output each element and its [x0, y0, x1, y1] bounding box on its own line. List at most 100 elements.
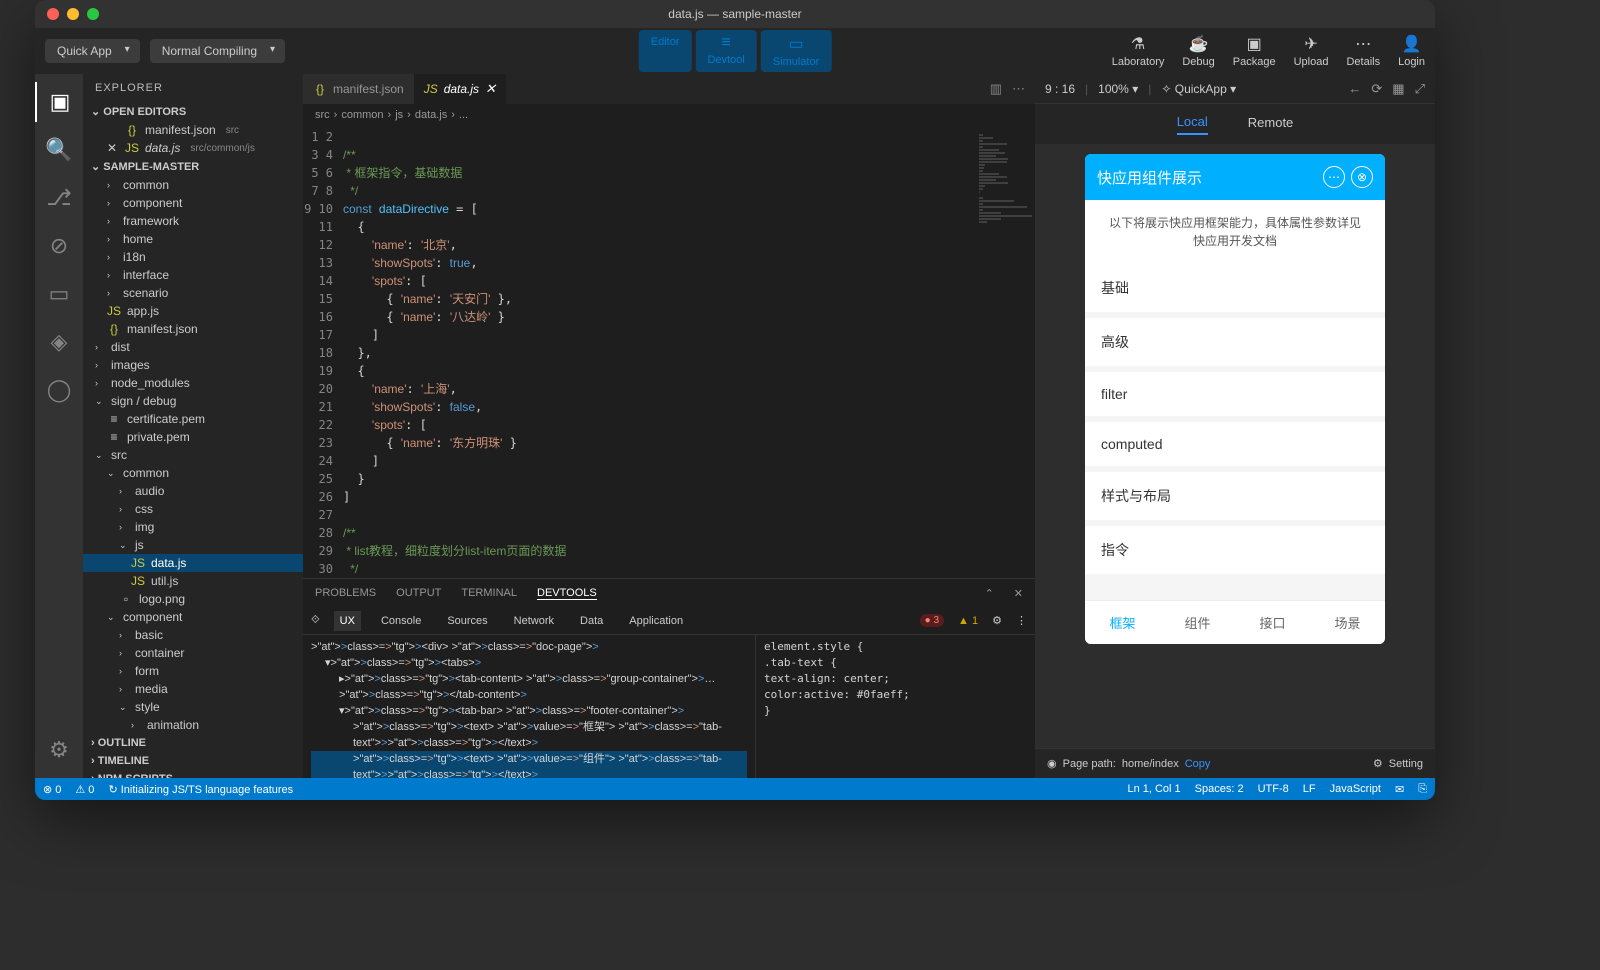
open-editor-item[interactable]: {}manifest.jsonsrc: [83, 121, 303, 139]
toolbar-dropdown[interactable]: Normal Compiling: [150, 39, 285, 63]
headset-icon[interactable]: ◯: [35, 370, 83, 410]
status-item[interactable]: ⎘: [1418, 783, 1427, 796]
panel-close-icon[interactable]: ✕: [1014, 587, 1023, 600]
phone-list-item[interactable]: 指令: [1085, 526, 1385, 574]
tree-item[interactable]: ⌄common: [83, 464, 303, 482]
phone-menu-icon[interactable]: ⋯: [1323, 166, 1345, 188]
refresh-icon[interactable]: ⟳: [1371, 81, 1382, 97]
tree-item[interactable]: ›framework: [83, 212, 303, 230]
tree-item[interactable]: ›component: [83, 194, 303, 212]
tree-item[interactable]: ›common: [83, 176, 303, 194]
devtools-more-icon[interactable]: ⋮: [1016, 614, 1027, 627]
tree-item[interactable]: ›basic: [83, 626, 303, 644]
breadcrumb[interactable]: src›common›js›data.js›...: [303, 104, 1035, 126]
warning-badge[interactable]: ▲ 1: [958, 615, 978, 627]
scm-icon[interactable]: ⎇: [35, 178, 83, 218]
split-editor-icon[interactable]: ▥: [990, 81, 1002, 97]
timeline-section[interactable]: › TIMELINE: [83, 752, 303, 770]
phone-list[interactable]: 基础高级filtercomputed样式与布局指令: [1085, 264, 1385, 600]
status-item[interactable]: ↻ Initializing JS/TS language features: [108, 783, 293, 796]
tree-item[interactable]: ›media: [83, 680, 303, 698]
sim-tab-remote[interactable]: Remote: [1248, 115, 1294, 134]
phone-list-item[interactable]: 样式与布局: [1085, 472, 1385, 520]
extensions-icon[interactable]: ▭: [35, 274, 83, 314]
open-editor-item[interactable]: ✕JSdata.jssrc/common/js: [83, 139, 303, 157]
tree-item[interactable]: JSdata.js: [83, 554, 303, 572]
toolbar-login[interactable]: 👤Login: [1398, 34, 1425, 68]
devtools-tab-data[interactable]: Data: [574, 611, 609, 631]
devtools-tab-ux[interactable]: UX: [334, 611, 361, 631]
phone-close-icon[interactable]: ⊗: [1351, 166, 1373, 188]
tree-item[interactable]: ›css: [83, 500, 303, 518]
sim-zoom[interactable]: 100% ▾: [1098, 82, 1138, 96]
tree-item[interactable]: ›container: [83, 644, 303, 662]
tree-item[interactable]: ›animation: [83, 716, 303, 734]
tree-item[interactable]: JSutil.js: [83, 572, 303, 590]
sim-device[interactable]: ✧ QuickApp ▾: [1161, 82, 1236, 96]
project-section[interactable]: ⌄ SAMPLE-MASTER: [83, 157, 303, 176]
tree-item[interactable]: ›scenario: [83, 284, 303, 302]
tree-item[interactable]: ›interface: [83, 266, 303, 284]
status-item[interactable]: LF: [1303, 783, 1316, 796]
code-content[interactable]: /** * 框架指令，基础数据 */ const dataDirective =…: [343, 126, 975, 578]
tree-item[interactable]: ›home: [83, 230, 303, 248]
panel-maximize-icon[interactable]: ⌃: [985, 587, 994, 600]
toolbar-upload[interactable]: ✈Upload: [1294, 34, 1329, 68]
status-item[interactable]: ⊗ 0: [43, 783, 61, 796]
npm-section[interactable]: › NPM SCRIPTS: [83, 770, 303, 778]
tree-item[interactable]: ›images: [83, 356, 303, 374]
status-item[interactable]: Spaces: 2: [1195, 783, 1244, 796]
expand-icon[interactable]: ⤢: [1415, 81, 1425, 97]
status-item[interactable]: JavaScript: [1330, 783, 1381, 796]
toolbar-laboratory[interactable]: ⚗Laboratory: [1112, 34, 1165, 68]
phone-tab[interactable]: 框架: [1085, 601, 1160, 644]
sim-tab-local[interactable]: Local: [1177, 114, 1208, 135]
tree-item[interactable]: ⌄sign / debug: [83, 392, 303, 410]
setting-link[interactable]: Setting: [1389, 758, 1423, 770]
toolbar-dropdown[interactable]: Quick App: [45, 39, 140, 63]
back-icon[interactable]: ←: [1348, 81, 1361, 97]
mode-editor[interactable]: Editor: [639, 30, 692, 72]
panel-tab-devtools[interactable]: DEVTOOLS: [537, 587, 597, 600]
phone-list-item[interactable]: computed: [1085, 422, 1385, 466]
phone-tab[interactable]: 场景: [1310, 601, 1385, 644]
mode-devtool[interactable]: ≡Devtool: [695, 30, 756, 72]
settings-gear-icon[interactable]: ⚙: [35, 730, 83, 770]
setting-gear-icon[interactable]: ⚙: [1373, 757, 1383, 770]
status-item[interactable]: ✉: [1395, 783, 1404, 796]
tree-item[interactable]: ›audio: [83, 482, 303, 500]
panel-tab-output[interactable]: OUTPUT: [396, 587, 441, 599]
outline-section[interactable]: › OUTLINE: [83, 734, 303, 752]
copy-link[interactable]: Copy: [1185, 758, 1211, 770]
devtools-tab-application[interactable]: Application: [623, 611, 689, 631]
tree-item[interactable]: ⌄js: [83, 536, 303, 554]
phone-list-item[interactable]: 基础: [1085, 264, 1385, 312]
debug-icon[interactable]: ⊘: [35, 226, 83, 266]
explorer-icon[interactable]: ▣: [35, 82, 83, 122]
status-item[interactable]: Ln 1, Col 1: [1127, 783, 1180, 796]
styles-pane[interactable]: element.style {.tab-text { text-align: c…: [755, 635, 1035, 778]
more-icon[interactable]: ⋯: [1012, 81, 1025, 97]
tree-item[interactable]: {}manifest.json: [83, 320, 303, 338]
search-icon[interactable]: 🔍: [35, 130, 83, 170]
panel-tab-terminal[interactable]: TERMINAL: [461, 587, 517, 599]
tree-item[interactable]: ≡certificate.pem: [83, 410, 303, 428]
tree-item[interactable]: JSapp.js: [83, 302, 303, 320]
toolbar-details[interactable]: ⋯Details: [1346, 34, 1380, 68]
devtools-tab-sources[interactable]: Sources: [441, 611, 493, 631]
tree-item[interactable]: ›form: [83, 662, 303, 680]
inspect-icon[interactable]: ⟐: [311, 614, 320, 627]
devtools-tab-console[interactable]: Console: [375, 611, 427, 631]
tree-item[interactable]: ⌄style: [83, 698, 303, 716]
minimap[interactable]: [975, 126, 1035, 578]
tree-item[interactable]: ▫logo.png: [83, 590, 303, 608]
editor-tab[interactable]: JSdata.js✕: [414, 74, 506, 104]
tree-item[interactable]: ›i18n: [83, 248, 303, 266]
devtools-settings-icon[interactable]: ⚙: [992, 614, 1002, 627]
dom-tree[interactable]: >"at">>class>=>"tg">><div> >"at">>class>…: [303, 635, 755, 778]
tree-item[interactable]: ›img: [83, 518, 303, 536]
minimize-dot[interactable]: [67, 8, 79, 20]
mode-simulator[interactable]: ▭Simulator: [761, 30, 831, 72]
devtools-tab-network[interactable]: Network: [508, 611, 560, 631]
tree-item[interactable]: ›node_modules: [83, 374, 303, 392]
